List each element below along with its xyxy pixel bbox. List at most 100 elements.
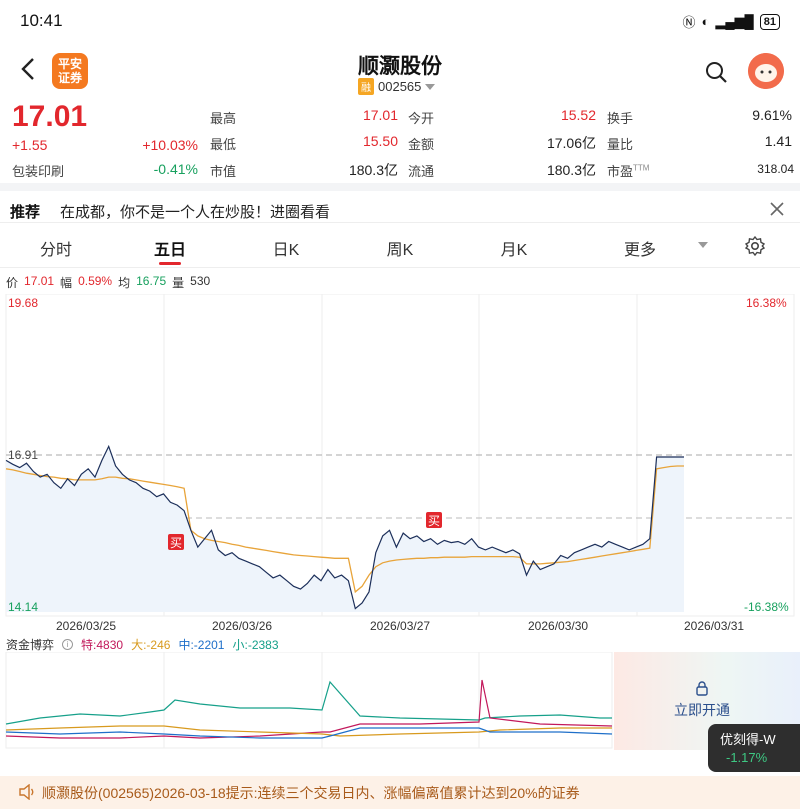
info-range-label: 幅: [60, 276, 73, 290]
fund-flow-mid-label: 中:: [178, 638, 194, 652]
fund-flow-small-value: -2383: [247, 638, 279, 652]
quote-value-amount: 17.06亿: [546, 135, 596, 151]
current-price: 17.01: [12, 100, 88, 133]
broker-logo-text: 平安证券: [57, 57, 82, 85]
fund-flow-mid: 中:-2201: [178, 636, 224, 653]
nav-bar: 平安证券 顺灏股份 融 002565: [0, 44, 800, 100]
fund-flow-header: 资金博弈 i 特:4830 大:-246 中:-2201 小:-2383: [6, 636, 279, 653]
floating-stock-pct: -1.17%: [726, 750, 768, 765]
quote-label-amount: 金额: [408, 137, 435, 152]
battery-icon: 81: [759, 13, 780, 30]
tab-daily-k[interactable]: 日K: [246, 236, 326, 260]
gear-icon[interactable]: [744, 235, 766, 257]
x-axis-date-label: 2026/03/25: [56, 619, 117, 633]
margin-badge: 融: [358, 78, 374, 95]
price-area-fill: [6, 446, 684, 612]
fund-flow-title: 资金博弈: [6, 638, 55, 652]
x-axis-date-label: 2026/03/31: [684, 619, 745, 633]
recommend-link[interactable]: 在成都，你不是一个人在炒股！进圈看看: [60, 201, 330, 222]
status-bar: 10:41 Ⓝ ◐ ▂▄▆█ 81: [0, 0, 800, 44]
right-axis-top-label: 16.38%: [746, 296, 787, 310]
right-axis-bottom-label: -16.38%: [744, 600, 789, 614]
back-icon[interactable]: [16, 56, 42, 82]
status-time: 10:41: [20, 11, 63, 30]
quote-value-turnover: 9.61%: [752, 107, 792, 123]
buy-marker-text: 买: [428, 514, 440, 528]
stock-name: 顺灏股份: [358, 55, 442, 78]
tab-more[interactable]: 更多: [600, 236, 680, 260]
active-tab-indicator: [159, 262, 181, 265]
quote-value-market-cap: 180.3亿: [348, 162, 398, 178]
quote-value-open: 15.52: [560, 107, 596, 123]
price-change-pct: +10.03%: [142, 137, 198, 153]
info-volume-label: 量: [172, 276, 185, 290]
chart-tabs: 分时 五日 日K 周K 月K 更多: [0, 226, 800, 268]
info-price: 17.01: [24, 274, 55, 288]
fund-flow-line-large: [5, 725, 612, 737]
quote-label-low: 最低: [210, 137, 237, 152]
fund-flow-chart[interactable]: [0, 652, 614, 750]
info-icon[interactable]: i: [62, 639, 74, 650]
tab-monthly-k[interactable]: 月K: [474, 236, 554, 260]
floating-stock-name: 优刻得-W: [720, 732, 776, 747]
fund-flow-small: 小:-2383: [232, 636, 278, 653]
info-avg: 16.75: [136, 274, 167, 288]
avatar[interactable]: [748, 53, 784, 89]
recommend-bar: 推荐 在成都，你不是一个人在炒股！进圈看看: [0, 183, 800, 223]
buy-marker[interactable]: 买: [426, 512, 442, 528]
fund-flow-special-label: 特:: [81, 638, 97, 652]
quote-label-open: 今开: [408, 111, 435, 126]
status-icons: Ⓝ ◐ ▂▄▆█ 81: [682, 12, 780, 31]
fund-flow-mid-value: -2201: [193, 638, 225, 652]
x-axis-date-label: 2026/03/30: [528, 619, 589, 633]
y-axis-min-label: 14.14: [8, 600, 39, 614]
speaker-icon: [19, 784, 34, 800]
fund-flow-special-value: 4830: [96, 638, 124, 652]
quote-label-volume-ratio: 量比: [607, 137, 634, 152]
five-day-price-chart[interactable]: 买 买: [0, 294, 800, 618]
recommend-title: 推荐: [10, 204, 41, 221]
quote-value-pe: 318.04: [757, 162, 794, 176]
chevron-down-icon: [425, 83, 436, 90]
quote-value-low: 15.50: [362, 133, 398, 149]
quote-label-market-cap: 市值: [210, 164, 237, 179]
broker-logo[interactable]: 平安证券: [52, 53, 88, 89]
announcement-bar: 顺灏股份(002565)2026-03-18提示:连续三个交易日内、涨幅偏离值累…: [0, 776, 800, 809]
buy-marker[interactable]: 买: [168, 534, 184, 550]
stock-code-selector[interactable]: 融 002565: [358, 78, 436, 95]
fund-flow-large-label: 大:: [131, 638, 147, 652]
do-not-disturb-icon: ◐: [701, 14, 710, 29]
info-price-label: 价: [6, 276, 19, 290]
tab-weekly-k[interactable]: 周K: [360, 236, 440, 260]
quote-label-turnover: 换手: [607, 111, 634, 126]
x-axis-date-label: 2026/03/26: [212, 619, 273, 633]
signal-icon: ▂▄▆█: [715, 13, 754, 29]
search-icon[interactable]: [704, 60, 728, 84]
y-axis-ref-label: 16.91: [8, 448, 39, 462]
fund-flow-large-value: -246: [146, 638, 171, 652]
close-icon[interactable]: [768, 200, 786, 218]
fund-flow-large: 大:-246: [131, 636, 170, 653]
quote-value-volume-ratio: 1.41: [764, 133, 792, 149]
info-avg-label: 均: [118, 276, 131, 290]
floating-stock-widget[interactable]: 优刻得-W -1.17%: [708, 724, 800, 772]
sector-pct: -0.41%: [153, 161, 198, 177]
quote-label-pe-sup: TTM: [633, 163, 650, 173]
info-range: 0.59%: [78, 274, 113, 288]
y-axis-max-label: 19.68: [8, 296, 39, 310]
fund-flow-special: 特:4830: [81, 636, 123, 653]
unlock-now-button[interactable]: 立即开通: [674, 700, 730, 720]
chart-info-line: 价 17.01 幅 0.59% 均 16.75 量 530: [6, 274, 210, 291]
quote-label-high: 最高: [210, 111, 237, 126]
info-volume: 530: [190, 274, 211, 288]
chevron-down-icon[interactable]: [698, 242, 708, 248]
tab-five-day[interactable]: 五日: [130, 236, 210, 260]
x-axis-date-label: 2026/03/27: [370, 619, 431, 633]
lock-icon: [696, 681, 708, 696]
buy-marker-text: 买: [170, 536, 182, 550]
quote-label-float-cap: 流通: [408, 164, 435, 179]
quote-value-float-cap: 180.3亿: [546, 162, 596, 178]
announcement-text[interactable]: 顺灏股份(002565)2026-03-18提示:连续三个交易日内、涨幅偏离值累…: [42, 783, 580, 803]
tab-intraday[interactable]: 分时: [16, 236, 96, 260]
quote-label-pe: 市盈TTM: [607, 161, 649, 180]
